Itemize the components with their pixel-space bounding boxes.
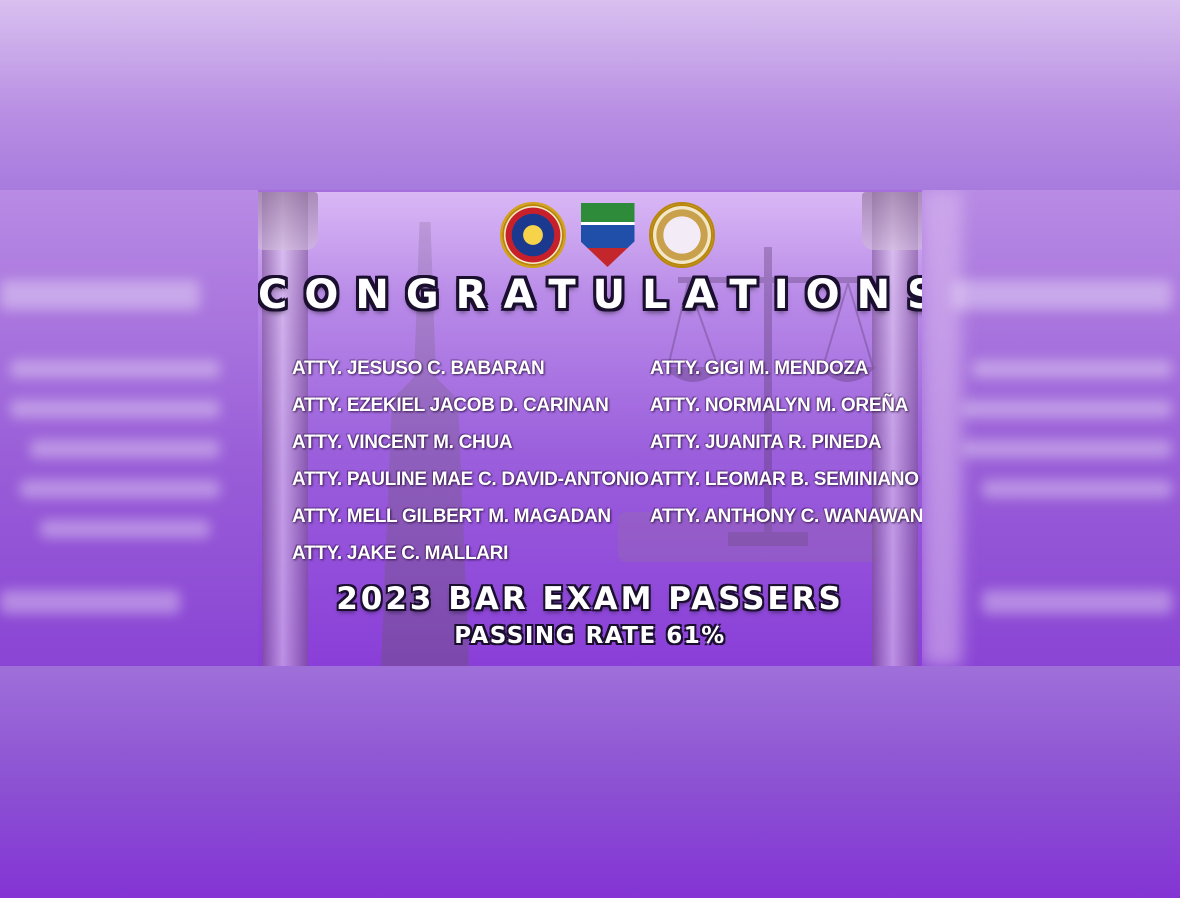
passers-list-right: ATTY. GIGI M. MENDOZA ATTY. NORMALYN M. …	[650, 355, 922, 540]
blurred-background-right	[922, 190, 1180, 666]
blurred-text-bar	[40, 520, 210, 538]
blurred-text-bar	[0, 590, 180, 614]
blurred-text-bar	[20, 480, 220, 498]
congratulations-heading: CONGRATULATIONS!	[258, 272, 922, 318]
pillar-capital	[258, 192, 318, 250]
university-shield-icon	[580, 203, 635, 267]
blurred-background-top	[0, 0, 1180, 190]
passing-rate-text: PASSING RATE 61%	[454, 623, 726, 649]
blurred-text-bar	[10, 400, 220, 418]
college-of-law-seal-icon	[649, 202, 715, 268]
pillar-capital	[862, 192, 922, 250]
passer-name: ATTY. MELL GILBERT M. MAGADAN	[292, 506, 611, 527]
congratulations-poster: CONGRATULATIONS! ATTY. JESUSO C. BABARAN…	[258, 192, 922, 666]
passer-name: ATTY. GIGI M. MENDOZA	[650, 358, 869, 379]
blurred-background-left	[0, 190, 258, 666]
city-seal-icon	[500, 202, 566, 268]
blurred-text-bar	[952, 280, 1172, 310]
passer-name: ATTY. JAKE C. MALLARI	[292, 543, 509, 564]
passer-name: ATTY. LEOMAR B. SEMINIANO	[650, 469, 919, 490]
passer-name: ATTY. PAULINE MAE C. DAVID-ANTONIO	[292, 469, 649, 490]
blurred-text-bar	[0, 280, 200, 310]
blurred-text-bar	[982, 480, 1172, 498]
passer-name: ATTY. JUANITA R. PINEDA	[650, 432, 882, 453]
passer-name: ATTY. NORMALYN M. OREÑA	[650, 395, 909, 416]
passer-name: ATTY. VINCENT M. CHUA	[292, 432, 513, 453]
blurred-background-bottom	[0, 666, 1180, 898]
blurred-text-bar	[962, 440, 1172, 458]
bar-exam-passers-subtitle: 2023 BAR EXAM PASSERS	[336, 581, 844, 617]
blurred-text-bar	[10, 360, 220, 378]
blurred-text-bar	[972, 360, 1172, 378]
blurred-text-bar	[962, 400, 1172, 418]
blurred-text-bar	[30, 440, 220, 458]
blurred-pillar	[922, 190, 962, 666]
passer-name: ATTY. ANTHONY C. WANAWAN	[650, 506, 922, 527]
logo-row	[500, 202, 715, 268]
passer-name: ATTY. EZEKIEL JACOB D. CARINAN	[292, 395, 609, 416]
blurred-text-bar	[982, 590, 1172, 614]
passers-list-left: ATTY. JESUSO C. BABARAN ATTY. EZEKIEL JA…	[292, 355, 649, 568]
passer-name: ATTY. JESUSO C. BABARAN	[292, 358, 545, 379]
